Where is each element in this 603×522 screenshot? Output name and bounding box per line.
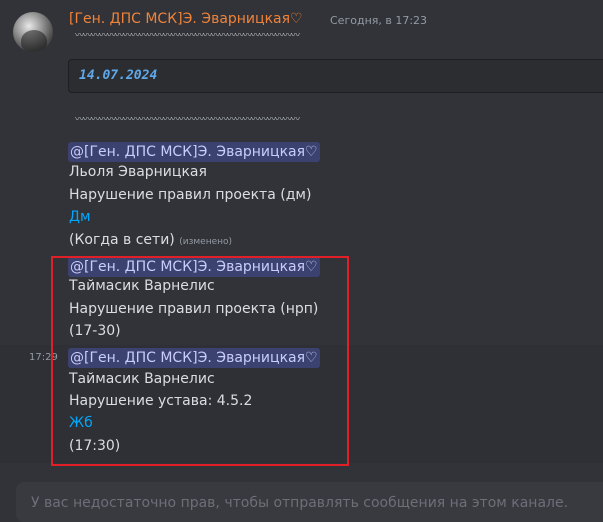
side-timestamp: 17:29 xyxy=(29,352,58,363)
violation-text: Нарушение правил проекта (дм) xyxy=(69,187,312,203)
message-timestamp: Сегодня, в 17:23 xyxy=(330,14,428,27)
punishment-link[interactable]: Дм xyxy=(69,209,91,225)
message-composer: У вас недостаточно прав, чтобы отправлят… xyxy=(16,482,603,522)
user-mention[interactable]: @[Ген. ДПС МСК]Э. Эварницкая♡ xyxy=(68,257,320,277)
punishment-link[interactable]: Жб xyxy=(69,415,93,431)
time-text: (17-30) xyxy=(69,323,121,339)
date-code-block: 14.07.2024 xyxy=(68,59,603,93)
violator-name: Таймасик Варнелис xyxy=(69,278,215,294)
edited-label: (изменено) xyxy=(179,237,233,247)
violator-name: Таймасик Варнелис xyxy=(69,371,215,387)
wave-divider-top: 〰〰〰〰〰〰〰〰〰〰〰〰〰〰〰〰〰〰〰〰〰〰〰〰〰〰〰〰 xyxy=(75,31,300,41)
no-permission-notice: У вас недостаточно прав, чтобы отправлят… xyxy=(31,495,569,511)
time-text: (17:30) xyxy=(69,438,121,454)
wave-divider-bottom: 〰〰〰〰〰〰〰〰〰〰〰〰〰〰〰〰〰〰〰〰〰〰〰〰〰〰〰〰 xyxy=(75,115,300,125)
chat-area: [Ген. ДПС МСК]Э. Эварницкая♡ Сегодня, в … xyxy=(0,0,603,522)
user-mention[interactable]: @[Ген. ДПС МСК]Э. Эварницкая♡ xyxy=(68,142,320,162)
author-avatar[interactable] xyxy=(13,12,53,52)
time-text: (Когда в сети) (изменено) xyxy=(69,232,232,248)
violation-text: Нарушение правил проекта (нрп) xyxy=(69,301,319,317)
user-mention[interactable]: @[Ген. ДПС МСК]Э. Эварницкая♡ xyxy=(68,348,320,368)
author-name[interactable]: [Ген. ДПС МСК]Э. Эварницкая♡ xyxy=(69,11,303,27)
time-value: (Когда в сети) xyxy=(69,232,175,248)
date-code-text: 14.07.2024 xyxy=(79,68,158,83)
violation-text: Нарушение устава: 4.5.2 xyxy=(69,393,253,409)
violator-name: Льоля Эварницкая xyxy=(69,164,207,180)
